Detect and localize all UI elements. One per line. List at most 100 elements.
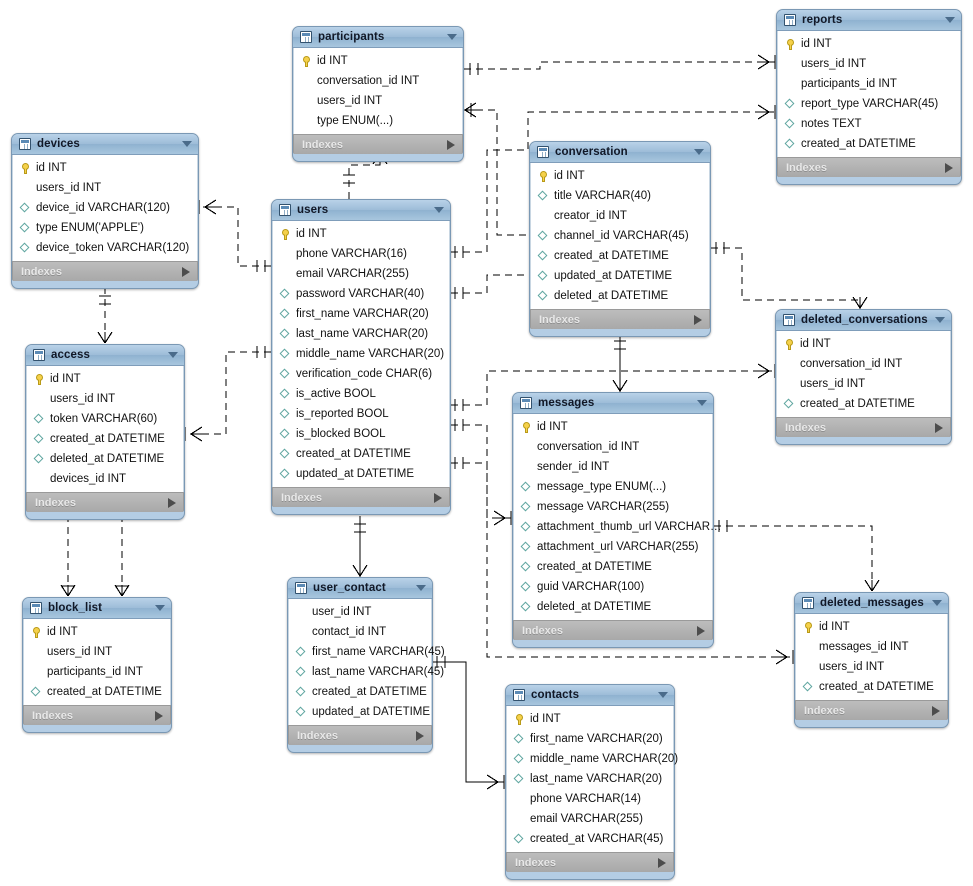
table-header-reports[interactable]: reports [777,10,961,31]
chevron-down-icon[interactable] [182,141,192,147]
expand-right-icon[interactable] [168,497,176,508]
indexes-section-block_list[interactable]: Indexes [23,705,171,725]
column-row[interactable]: first_name VARCHAR(45) [289,642,445,662]
column-row[interactable]: users_id INT [796,657,947,677]
expand-right-icon[interactable] [697,625,705,636]
column-row[interactable]: last_name VARCHAR(45) [289,662,444,682]
column-row[interactable]: created_at VARCHAR(45) [507,829,673,849]
column-row[interactable]: message VARCHAR(255) [514,497,712,517]
chevron-down-icon[interactable] [932,600,942,606]
column-row[interactable]: verification_code CHAR(6) [273,364,449,384]
column-row[interactable]: users_id INT [27,389,183,409]
column-row[interactable]: sender_id INT [514,457,712,477]
column-row[interactable]: notes TEXT [778,114,960,134]
chevron-down-icon[interactable] [434,207,444,213]
table-reports[interactable]: reports id INT users_id INT participants_id… [776,9,962,185]
column-row[interactable]: id INT [27,369,183,389]
column-row[interactable]: channel_id VARCHAR(45) [531,226,709,246]
table-header-devices[interactable]: devices [12,134,198,155]
column-row[interactable]: users_id INT [13,178,197,198]
column-row[interactable]: phone VARCHAR(16) [273,244,449,264]
column-row[interactable]: created_at DATETIME [24,682,170,702]
column-row[interactable]: type ENUM('APPLE') [13,218,197,238]
column-row[interactable]: user_id INT [289,602,431,622]
column-row[interactable]: token VARCHAR(60) [27,409,183,429]
table-deleted_conversations[interactable]: deleted_conversations id INT conversation_… [775,309,952,445]
column-row[interactable]: id INT [778,34,960,54]
column-row[interactable]: conversation_id INT [777,354,950,374]
column-row[interactable]: password VARCHAR(40) [273,284,449,304]
expand-right-icon[interactable] [658,857,666,868]
chevron-down-icon[interactable] [935,317,945,323]
chevron-down-icon[interactable] [658,692,668,698]
table-header-user_contact[interactable]: user_contact [288,578,432,599]
column-row[interactable]: guid VARCHAR(100) [514,577,712,597]
table-header-block_list[interactable]: block_list [23,598,171,619]
table-messages[interactable]: messages id INT conversation_id INT sender_… [512,392,722,648]
table-devices[interactable]: devices id INT users_id INT device_id VARCH… [11,133,199,289]
column-row[interactable]: created_at DATETIME [514,557,712,577]
column-row[interactable]: id INT [507,709,673,729]
table-header-messages[interactable]: messages [513,393,713,414]
column-row[interactable]: devices_id INT [27,469,183,489]
column-row[interactable]: last_name VARCHAR(20) [507,769,673,789]
indexes-section-participants[interactable]: Indexes [293,134,463,154]
chevron-down-icon[interactable] [697,400,707,406]
expand-right-icon[interactable] [434,492,442,503]
table-header-deleted_messages[interactable]: deleted_messages [795,593,948,614]
table-participants[interactable]: participants id INT conversation_id INT use… [292,26,464,162]
column-row[interactable]: id INT [777,334,950,354]
column-row[interactable]: id INT [24,622,170,642]
column-row[interactable]: updated_at DATETIME [289,702,431,722]
column-row[interactable]: attachment_url VARCHAR(255) [514,537,712,557]
column-row[interactable]: users_id INT [778,54,960,74]
column-row[interactable]: middle_name VARCHAR(20) [507,749,678,769]
column-row[interactable]: created_at DATETIME [273,444,449,464]
indexes-section-deleted_messages[interactable]: Indexes [795,700,948,720]
column-row[interactable]: conversation_id INT [294,71,462,91]
expand-right-icon[interactable] [935,422,943,433]
column-row[interactable]: conversation_id INT [514,437,712,457]
indexes-section-conversation[interactable]: Indexes [530,309,710,329]
indexes-section-users[interactable]: Indexes [272,487,450,507]
expand-right-icon[interactable] [416,730,424,741]
column-row[interactable]: middle_name VARCHAR(20) [273,344,449,364]
expand-right-icon[interactable] [932,705,940,716]
column-row[interactable]: last_name VARCHAR(20) [273,324,449,344]
column-row[interactable]: message_type ENUM(...) [514,477,712,497]
expand-right-icon[interactable] [694,314,702,325]
expand-right-icon[interactable] [182,266,190,277]
column-row[interactable]: id INT [273,224,449,244]
table-header-access[interactable]: access [26,345,184,366]
column-row[interactable]: deleted_at DATETIME [27,449,183,469]
table-header-contacts[interactable]: contacts [506,685,674,706]
column-row[interactable]: deleted_at DATETIME [531,286,709,306]
column-row[interactable]: is_reported BOOL [273,404,449,424]
expand-right-icon[interactable] [155,710,163,721]
chevron-down-icon[interactable] [694,149,704,155]
column-row[interactable]: created_at DATETIME [531,246,709,266]
table-contacts[interactable]: contacts id INT first_name VARCHAR(20) midd… [505,684,678,880]
er-diagram-canvas[interactable]: participants id INT conversation_id INT use… [0,0,973,886]
indexes-section-reports[interactable]: Indexes [777,157,961,177]
column-row[interactable]: id INT [796,617,947,637]
column-row[interactable]: id INT [13,158,197,178]
column-row[interactable]: participants_id INT [24,662,170,682]
chevron-down-icon[interactable] [447,34,457,40]
column-row[interactable]: email VARCHAR(255) [273,264,449,284]
column-row[interactable]: report_type VARCHAR(45) [778,94,960,114]
chevron-down-icon[interactable] [155,605,165,611]
expand-right-icon[interactable] [945,162,953,173]
indexes-section-devices[interactable]: Indexes [12,261,198,281]
column-row[interactable]: device_token VARCHAR(120) [13,238,197,258]
indexes-section-deleted_conversations[interactable]: Indexes [776,417,951,437]
column-row[interactable]: title VARCHAR(40) [531,186,709,206]
column-row[interactable]: created_at DATETIME [778,134,960,154]
column-row[interactable]: is_blocked BOOL [273,424,449,444]
column-row[interactable]: first_name VARCHAR(20) [273,304,449,324]
column-row[interactable]: first_name VARCHAR(20) [507,729,673,749]
column-row[interactable]: type ENUM(...) [294,111,462,131]
column-row[interactable]: attachment_thumb_url VARCHAR… [514,517,722,537]
chevron-down-icon[interactable] [168,352,178,358]
table-user_contact[interactable]: user_contact user_id INT contact_id INT fir… [287,577,445,753]
